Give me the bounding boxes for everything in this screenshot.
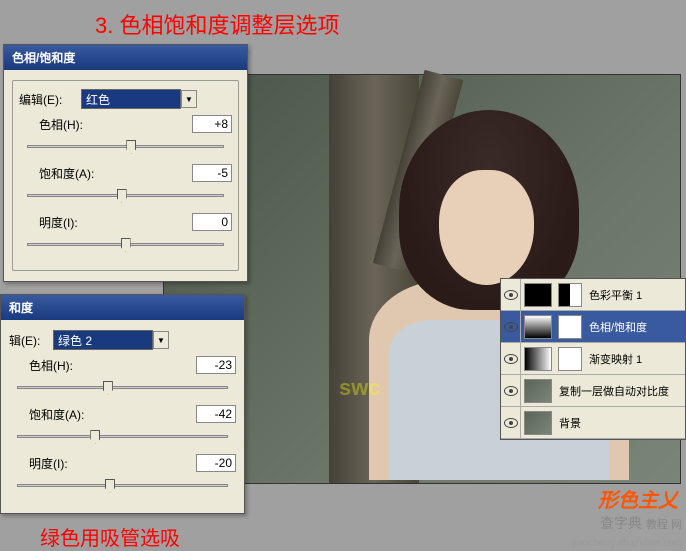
lightness-input[interactable]: [196, 454, 236, 472]
layer-mask-thumbnail[interactable]: [558, 347, 582, 371]
eye-icon: [504, 386, 518, 396]
lightness-slider[interactable]: [19, 234, 232, 254]
layer-thumbnail[interactable]: [524, 411, 552, 435]
layer-name-label[interactable]: 色彩平衡 1: [585, 287, 685, 303]
layer-row[interactable]: 复制一层做自动对比度: [501, 375, 685, 407]
saturation-input[interactable]: [192, 164, 232, 182]
edit-select-value: 绿色 2: [58, 332, 92, 349]
visibility-toggle[interactable]: [501, 343, 521, 375]
hue-saturation-dialog-1: 色相/饱和度 编辑(E): 红色 ▼ 色相(H):: [3, 44, 248, 282]
layer-name-label[interactable]: 色相/饱和度: [585, 319, 685, 335]
eye-icon: [504, 322, 518, 332]
slider-thumb[interactable]: [121, 238, 131, 252]
lightness-label: 明度(I):: [39, 214, 78, 231]
saturation-input[interactable]: [196, 405, 236, 423]
watermark-chazidian: 查字典 教程 网 jiaocheng.chazidian.com: [572, 513, 682, 549]
lightness-input[interactable]: [192, 213, 232, 231]
hue-saturation-dialog-2: 和度 辑(E): 绿色 2 ▼ 色相(H): 饱和度(A):: [0, 294, 245, 514]
edit-label: 辑(E):: [9, 332, 49, 349]
layer-row[interactable]: 背景: [501, 407, 685, 439]
layer-name-label[interactable]: 渐变映射 1: [585, 351, 685, 367]
dialog-titlebar[interactable]: 和度: [1, 295, 244, 320]
layer-row[interactable]: 色相/饱和度: [501, 311, 685, 343]
lightness-slider[interactable]: [9, 475, 236, 495]
dialog-titlebar[interactable]: 色相/饱和度: [4, 45, 247, 70]
layer-thumbnail[interactable]: [524, 379, 552, 403]
hue-label: 色相(H):: [29, 357, 73, 374]
annotation-step-title: 3. 色相饱和度调整层选项: [95, 8, 339, 40]
eye-icon: [504, 354, 518, 364]
slider-thumb[interactable]: [117, 189, 127, 203]
hue-label: 色相(H):: [39, 116, 83, 133]
saturation-slider[interactable]: [19, 185, 232, 205]
edit-select[interactable]: 绿色 2 ▼: [53, 330, 169, 350]
watermark-xingsezhuyi: 形色主乂: [598, 484, 678, 513]
layers-panel: 色彩平衡 1 色相/饱和度渐变映射 1 复制一层做自动对比度背景: [500, 278, 686, 440]
saturation-slider[interactable]: [9, 426, 236, 446]
layer-name-label[interactable]: 背景: [555, 415, 685, 431]
chevron-down-icon[interactable]: ▼: [181, 90, 197, 108]
annotation-eyedropper-note: 绿色用吸管选吸: [40, 522, 180, 551]
saturation-label: 饱和度(A):: [39, 165, 94, 182]
slider-thumb[interactable]: [103, 381, 113, 395]
layer-thumbnail[interactable]: [524, 315, 552, 339]
layer-thumbnail[interactable]: [524, 347, 552, 371]
edit-select[interactable]: 红色 ▼: [81, 89, 197, 109]
slider-thumb[interactable]: [105, 479, 115, 493]
hue-slider[interactable]: [19, 136, 232, 156]
layer-row[interactable]: 色彩平衡 1: [501, 279, 685, 311]
slider-thumb[interactable]: [126, 140, 136, 154]
slider-thumb[interactable]: [90, 430, 100, 444]
eye-icon: [504, 290, 518, 300]
hue-input[interactable]: [192, 115, 232, 133]
chevron-down-icon[interactable]: ▼: [153, 331, 169, 349]
layer-name-label[interactable]: 复制一层做自动对比度: [555, 383, 685, 399]
hue-slider[interactable]: [9, 377, 236, 397]
visibility-toggle[interactable]: [501, 407, 521, 439]
visibility-toggle[interactable]: [501, 311, 521, 343]
layer-thumbnail[interactable]: [524, 283, 552, 307]
edit-select-value: 红色: [86, 91, 110, 108]
lightness-label: 明度(I):: [29, 455, 68, 472]
eye-icon: [504, 418, 518, 428]
edit-label: 编辑(E):: [19, 91, 77, 108]
layer-row[interactable]: 渐变映射 1: [501, 343, 685, 375]
saturation-label: 饱和度(A):: [29, 406, 84, 423]
layer-mask-thumbnail[interactable]: [558, 315, 582, 339]
hue-input[interactable]: [196, 356, 236, 374]
layer-mask-thumbnail[interactable]: [558, 283, 582, 307]
visibility-toggle[interactable]: [501, 279, 521, 311]
visibility-toggle[interactable]: [501, 375, 521, 407]
